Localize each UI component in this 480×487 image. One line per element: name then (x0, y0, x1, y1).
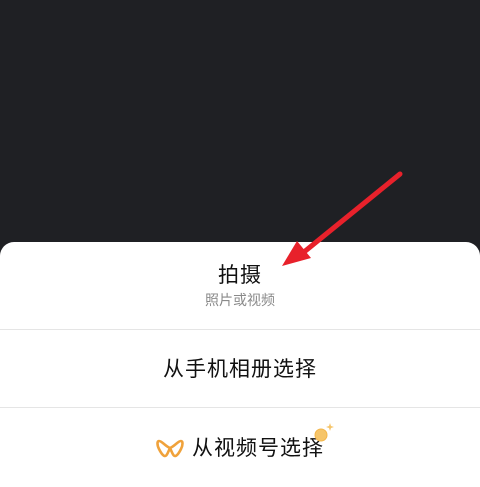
album-label: 从手机相册选择 (163, 356, 317, 381)
capture-sublabel: 照片或视频 (205, 292, 275, 309)
capture-label: 拍摄 (218, 262, 262, 287)
channels-row: 从视频号选择 (156, 422, 334, 462)
choose-from-channels-option[interactable]: 从视频号选择 (0, 408, 480, 487)
choose-from-album-option[interactable]: 从手机相册选择 (0, 330, 480, 407)
action-sheet: 拍摄 照片或视频 从手机相册选择 从视频号选择 (0, 242, 480, 487)
sparkle-badge-icon (314, 422, 334, 441)
channels-label: 从视频号选择 (192, 435, 324, 460)
capture-option[interactable]: 拍摄 照片或视频 (0, 242, 480, 329)
channels-icon (156, 439, 184, 457)
screen: 拍摄 照片或视频 从手机相册选择 从视频号选择 (0, 0, 480, 487)
